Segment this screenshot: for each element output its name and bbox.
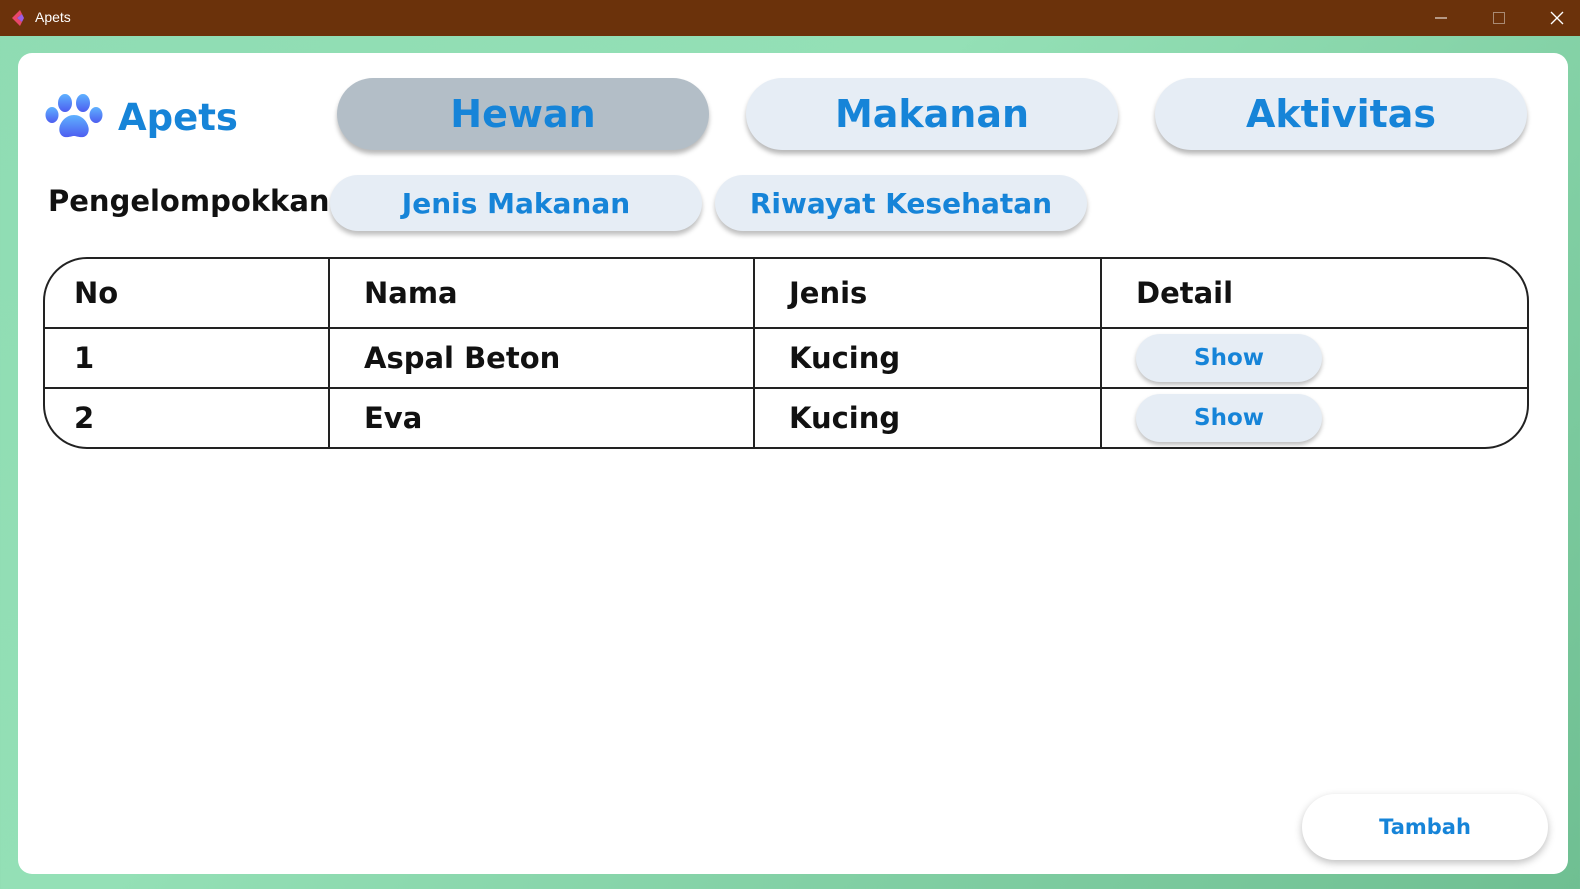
close-icon xyxy=(1550,11,1564,25)
maximize-button[interactable] xyxy=(1470,0,1528,36)
group-jenis-makanan-button[interactable]: Jenis Makanan xyxy=(330,175,702,231)
table-header-row: No Nama Jenis Detail xyxy=(45,259,1527,329)
cell-detail: Show xyxy=(1102,329,1527,387)
brand: Apets xyxy=(44,91,238,143)
minimize-button[interactable] xyxy=(1412,0,1470,36)
table-row: 2 Eva Kucing Show xyxy=(45,389,1527,447)
column-divider xyxy=(1100,259,1102,447)
column-divider xyxy=(328,259,330,447)
maximize-icon xyxy=(1493,12,1505,24)
show-detail-button[interactable]: Show xyxy=(1136,394,1322,442)
tab-makanan[interactable]: Makanan xyxy=(746,78,1118,150)
cell-jenis: Kucing xyxy=(789,341,901,375)
tab-aktivitas[interactable]: Aktivitas xyxy=(1155,78,1527,150)
column-header-jenis: Jenis xyxy=(789,276,868,310)
app-logo-icon xyxy=(12,10,24,26)
show-detail-button[interactable]: Show xyxy=(1136,334,1322,382)
main-panel: Apets Hewan Makanan Aktivitas Pengelompo… xyxy=(18,53,1568,874)
column-divider xyxy=(753,259,755,447)
column-header-no: No xyxy=(74,276,119,310)
cell-no: 1 xyxy=(74,341,95,375)
title-bar: Apets xyxy=(0,0,1580,36)
paw-icon xyxy=(45,94,103,138)
grouping-label: Pengelompokkan: xyxy=(48,184,342,218)
column-header-detail: Detail xyxy=(1136,276,1234,310)
cell-detail: Show xyxy=(1102,389,1527,447)
brand-name: Apets xyxy=(118,95,238,139)
table-row: 1 Aspal Beton Kucing Show xyxy=(45,329,1527,389)
cell-no: 2 xyxy=(74,401,95,435)
add-button[interactable]: Tambah xyxy=(1302,794,1548,860)
column-header-nama: Nama xyxy=(364,276,458,310)
minimize-icon xyxy=(1435,17,1447,19)
cell-jenis: Kucing xyxy=(789,401,901,435)
window-title: Apets xyxy=(35,9,71,25)
tab-hewan[interactable]: Hewan xyxy=(337,78,709,150)
close-button[interactable] xyxy=(1528,0,1580,36)
cell-nama: Eva xyxy=(364,401,423,435)
cell-nama: Aspal Beton xyxy=(364,341,561,375)
group-riwayat-kesehatan-button[interactable]: Riwayat Kesehatan xyxy=(715,175,1087,231)
pets-table: No Nama Jenis Detail 1 Aspal Beton Kucin… xyxy=(43,257,1529,449)
